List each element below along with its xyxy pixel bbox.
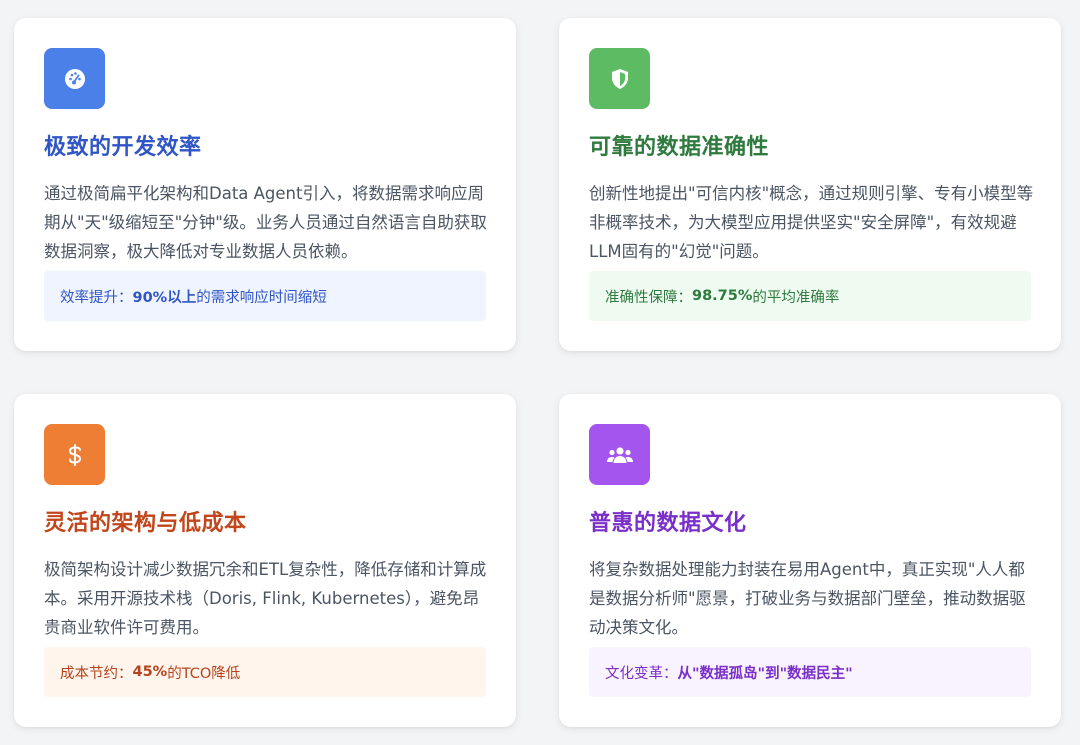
highlight-label: 效率提升：: [60, 289, 133, 306]
benefits-grid: 极致的开发效率 通过极简扁平化架构和Data Agent引入，将数据需求响应周期…: [0, 0, 1080, 745]
users-icon: [589, 424, 650, 485]
highlight-text: 的需求响应时间缩短: [196, 289, 327, 306]
card-highlight: 成本节约： 45% 的TCO降低: [44, 647, 486, 697]
card-description: 创新性地提出"可信内核"概念，通过规则引擎、专有小模型等非概率技术，为大模型应用…: [589, 184, 1034, 261]
highlight-label: 成本节约：: [60, 665, 133, 682]
highlight-value: 90%以上: [132, 289, 197, 306]
card-title: 普惠的数据文化: [589, 511, 747, 536]
card-highlight: 文化变革： 从"数据孤岛"到"数据民主": [589, 647, 1031, 697]
dollar-icon: [44, 424, 105, 485]
highlight-text: 的平均准确率: [752, 289, 840, 306]
highlight-label: 准确性保障：: [605, 289, 692, 306]
card-description: 通过极简扁平化架构和Data Agent引入，将数据需求响应周期从"天"级缩短至…: [44, 184, 487, 261]
card-culture: 普惠的数据文化 将复杂数据处理能力封装在易用Agent中，真正实现"人人都是数据…: [559, 394, 1061, 727]
card-highlight: 效率提升： 90%以上 的需求响应时间缩短: [44, 271, 486, 321]
card-accuracy: 可靠的数据准确性 创新性地提出"可信内核"概念，通过规则引擎、专有小模型等非概率…: [559, 18, 1061, 351]
card-title: 极致的开发效率: [44, 135, 202, 160]
card-cost: 灵活的架构与低成本 极简架构设计减少数据冗余和ETL复杂性，降低存储和计算成本。…: [14, 394, 516, 727]
card-description: 将复杂数据处理能力封装在易用Agent中，真正实现"人人都是数据分析师"愿景，打…: [589, 560, 1026, 637]
highlight-value: 45%: [132, 664, 168, 680]
speedometer-icon: [44, 48, 105, 109]
card-title: 可靠的数据准确性: [589, 135, 770, 160]
shield-icon: [589, 48, 650, 109]
card-efficiency: 极致的开发效率 通过极简扁平化架构和Data Agent引入，将数据需求响应周期…: [14, 18, 516, 351]
card-highlight: 准确性保障： 98.75% 的平均准确率: [589, 271, 1031, 321]
card-description: 极简架构设计减少数据冗余和ETL复杂性，降低存储和计算成本。采用开源技术栈（Do…: [44, 560, 487, 637]
highlight-value: 98.75%: [692, 288, 753, 304]
highlight-label: 文化变革：: [605, 665, 678, 682]
card-title: 灵活的架构与低成本: [44, 511, 247, 536]
highlight-value: 从"数据孤岛"到"数据民主": [677, 665, 853, 682]
highlight-text: 的TCO降低: [167, 665, 241, 682]
